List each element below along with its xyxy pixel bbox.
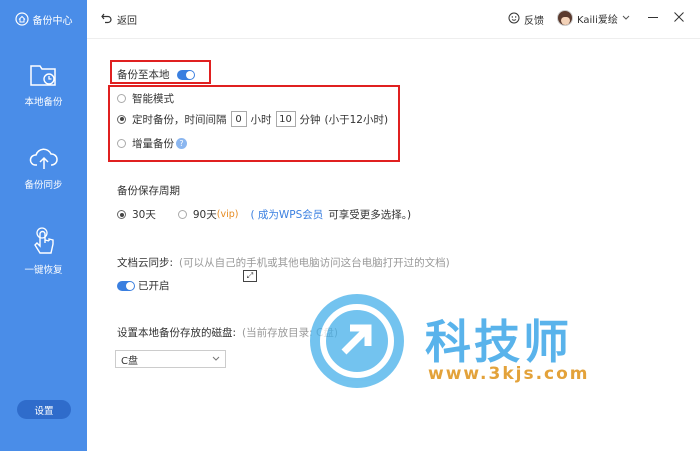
sidebar-item-local-backup[interactable]: 本地备份 — [0, 62, 87, 122]
minutes-input[interactable]: 10 — [275, 111, 296, 127]
minimize-button[interactable] — [645, 10, 661, 26]
minutes-unit: 分钟 — [299, 113, 321, 126]
smart-mode-label: 智能模式 — [132, 93, 174, 105]
watermark-logo — [310, 294, 404, 388]
timed-backup-note: (小于12小时) — [324, 113, 389, 126]
cloud-sync-desc: (可以从自己的手机或其他电脑访问这台电脑打开过的文档) — [179, 257, 450, 269]
sidebar-item-backup-sync[interactable]: 备份同步 — [0, 145, 87, 205]
upgrade-link[interactable]: ( 成为WPS会员 — [250, 207, 323, 222]
back-arrow-icon — [101, 13, 112, 27]
hours-unit: 小时 — [250, 113, 272, 126]
local-backup-title: 备份至本地 — [117, 69, 170, 81]
back-button[interactable]: 返回 — [101, 12, 137, 27]
sidebar-item-label: 本地备份 — [24, 97, 63, 108]
smart-mode-radio[interactable] — [117, 94, 126, 103]
vip-tag: (vip) — [216, 209, 239, 220]
smart-mode-option[interactable]: 智能模式 — [117, 91, 174, 106]
chevron-down-icon — [212, 354, 220, 365]
disk-header: 设置本地备份存放的磁盘: (当前存放目录: C盘) — [117, 325, 338, 340]
sidebar-item-one-click-restore[interactable]: 一键恢复 — [0, 226, 87, 286]
home-icon — [14, 12, 29, 26]
cloud-upload-icon — [29, 145, 59, 171]
backup-center-window: 备份中心 本地备份 备份同步 一键恢复 设置 返回 反馈 Kaili爱绘 备份至… — [0, 0, 700, 466]
hand-tap-icon — [29, 226, 59, 256]
cloud-sync-toggle[interactable] — [117, 280, 135, 291]
retention-90-radio[interactable] — [177, 210, 187, 219]
sidebar-item-label: 一键恢复 — [24, 265, 63, 276]
close-button[interactable] — [671, 10, 687, 26]
avatar — [557, 10, 573, 26]
local-backup-header: 备份至本地 — [117, 67, 195, 82]
incremental-backup-option[interactable]: 增量备份 ? — [117, 136, 187, 151]
incremental-backup-radio[interactable] — [117, 139, 126, 148]
top-bar: 返回 反馈 Kaili爱绘 — [87, 0, 700, 39]
upgrade-suffix: 可享受更多选择。) — [328, 209, 412, 221]
timed-backup-radio[interactable] — [117, 114, 126, 124]
retention-title: 备份保存周期 — [117, 185, 180, 197]
watermark-text: 科技师 — [425, 315, 572, 369]
sidebar-header: 备份中心 — [0, 0, 87, 38]
back-label: 返回 — [117, 16, 137, 27]
timed-backup-option[interactable]: 定时备份，时间间隔 0 小时 10 分钟 (小于12小时) — [117, 111, 388, 127]
settings-button[interactable]: 设置 — [17, 400, 71, 419]
timed-backup-label: 定时备份，时间间隔 — [132, 113, 227, 126]
local-backup-toggle[interactable] — [176, 69, 195, 80]
folder-clock-icon — [29, 62, 59, 88]
incremental-backup-label: 增量备份 — [132, 138, 174, 150]
cloud-sync-title: 文档云同步: — [117, 257, 174, 269]
retention-90-label: 90天 — [192, 209, 217, 221]
sidebar: 备份中心 本地备份 备份同步 一键恢复 设置 — [0, 0, 87, 451]
sidebar-item-label: 备份同步 — [24, 180, 63, 191]
retention-30-radio[interactable] — [117, 210, 126, 219]
cloud-sync-header: 文档云同步: (可以从自己的手机或其他电脑访问这台电脑打开过的文档) — [117, 255, 450, 270]
link-cursor-icon: ⤢ — [243, 270, 257, 282]
close-icon — [674, 11, 684, 25]
retention-30-label: 30天 — [132, 209, 156, 221]
feedback-label: 反馈 — [524, 16, 544, 27]
sidebar-title: 备份中心 — [32, 15, 73, 27]
chevron-down-icon — [622, 13, 630, 24]
hours-input[interactable]: 0 — [230, 111, 247, 127]
disk-select-value: C盘 — [121, 355, 138, 367]
cloud-sync-status-row: 已开启 — [117, 278, 170, 293]
minimize-icon — [648, 12, 658, 25]
retention-header: 备份保存周期 — [117, 183, 180, 198]
cloud-sync-status: 已开启 — [138, 280, 170, 292]
feedback-button[interactable]: 反馈 — [508, 12, 544, 27]
smile-chat-icon — [508, 12, 520, 27]
disk-select[interactable]: C盘 — [115, 350, 226, 368]
disk-title: 设置本地备份存放的磁盘: — [117, 327, 237, 339]
user-menu[interactable]: Kaili爱绘 — [557, 10, 630, 26]
user-name: Kaili爱绘 — [577, 14, 618, 26]
help-icon[interactable]: ? — [176, 138, 187, 149]
watermark-url: www.3kjs.com — [428, 364, 590, 384]
retention-options: 30天 90天 (vip) ( 成为WPS会员 可享受更多选择。) — [117, 207, 411, 222]
